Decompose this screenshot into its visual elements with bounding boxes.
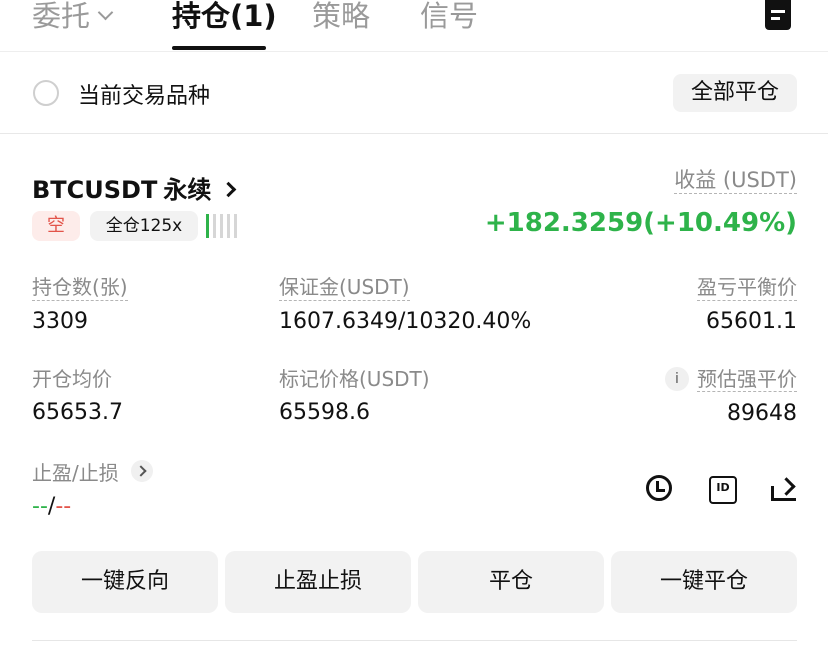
tpsl-value: --/-- [32, 492, 71, 522]
share-icon[interactable] [768, 472, 800, 504]
tab-orders-label: 委托 [32, 0, 91, 33]
adl-bar [220, 214, 223, 238]
active-tab-indicator [172, 46, 266, 50]
close-all-positions-button[interactable]: 全部平仓 [673, 74, 797, 112]
mark-price-cell: 标记价格(USDT) 65598.6 [279, 366, 430, 428]
margin-cell: 保证金(USDT) 1607.6349/10320.40% [279, 274, 531, 337]
clock-icon[interactable] [643, 472, 675, 504]
filter-row: 当前交易品种 全部平仓 [0, 52, 828, 134]
chevron-right-icon [221, 181, 237, 198]
tpsl-chevron-icon[interactable] [131, 460, 153, 482]
contract-type: 永续 [163, 176, 212, 204]
divider [32, 640, 797, 641]
entry-price-value: 65653.7 [32, 400, 123, 425]
entry-price-label: 开仓均价 [32, 367, 112, 391]
tab-strategy[interactable]: 策略 [312, 0, 370, 38]
breakeven-cell: 盈亏平衡价 65601.1 [697, 274, 797, 337]
current-symbol-label: 当前交易品种 [78, 84, 211, 109]
margin-value: 1607.6349/10320.40% [279, 309, 532, 334]
breakeven-label[interactable]: 盈亏平衡价 [697, 274, 797, 301]
quick-close-button[interactable]: 一键平仓 [611, 551, 797, 613]
leverage-tag[interactable]: 全仓125x [90, 211, 198, 241]
tab-positions[interactable]: 持仓(1) [172, 0, 277, 38]
tab-orders[interactable]: 委托 [32, 0, 114, 38]
tpsl-button[interactable]: 止盈止损 [225, 551, 411, 613]
chevron-down-icon [97, 4, 114, 21]
current-symbol-radio[interactable] [33, 80, 59, 106]
pnl-value: +182.3259(+10.49%) [484, 208, 797, 238]
tab-strategy-label: 策略 [312, 0, 371, 33]
side-tag: 空 [32, 211, 80, 241]
position-size-value: 3309 [32, 309, 88, 334]
liquidation-label-row: i 预估强平价 [665, 366, 797, 393]
document-icon[interactable] [765, 0, 791, 30]
tab-signals-label: 信号 [420, 0, 479, 33]
mark-price-label: 标记价格(USDT) [279, 367, 430, 391]
pnl-label[interactable]: 收益 (USDT) [674, 167, 797, 194]
position-size-label[interactable]: 持仓数(张) [32, 274, 128, 301]
adl-indicator [206, 214, 242, 238]
breakeven-value: 65601.1 [706, 309, 797, 334]
liquidation-price-value: 89648 [727, 400, 797, 426]
take-profit-value: -- [32, 494, 48, 519]
tab-signals[interactable]: 信号 [420, 0, 478, 38]
stop-loss-value: -- [55, 494, 72, 519]
position-size-cell: 持仓数(张) 3309 [32, 274, 128, 337]
id-card-icon[interactable] [706, 472, 738, 504]
liquidation-price-cell: i 预估强平价 89648 [665, 366, 797, 429]
position-symbol[interactable]: BTCUSDT 永续 [32, 170, 237, 205]
symbol-name: BTCUSDT [32, 176, 158, 204]
tpsl-label[interactable]: 止盈/止损 [32, 457, 119, 486]
adl-bar [213, 214, 216, 238]
adl-bar [227, 214, 230, 238]
adl-bar [206, 214, 209, 238]
liquidation-price-label[interactable]: 预估强平价 [697, 367, 797, 392]
margin-label[interactable]: 保证金(USDT) [279, 274, 410, 301]
adl-bar [234, 214, 237, 238]
reverse-position-button[interactable]: 一键反向 [32, 551, 218, 613]
mark-price-value: 65598.6 [279, 400, 370, 425]
tab-bar: 委托 持仓(1) 策略 信号 [0, 0, 828, 52]
info-icon[interactable]: i [665, 366, 689, 391]
entry-price-cell: 开仓均价 65653.7 [32, 366, 123, 428]
close-position-button[interactable]: 平仓 [418, 551, 604, 613]
tab-positions-label: 持仓(1) [172, 0, 277, 33]
